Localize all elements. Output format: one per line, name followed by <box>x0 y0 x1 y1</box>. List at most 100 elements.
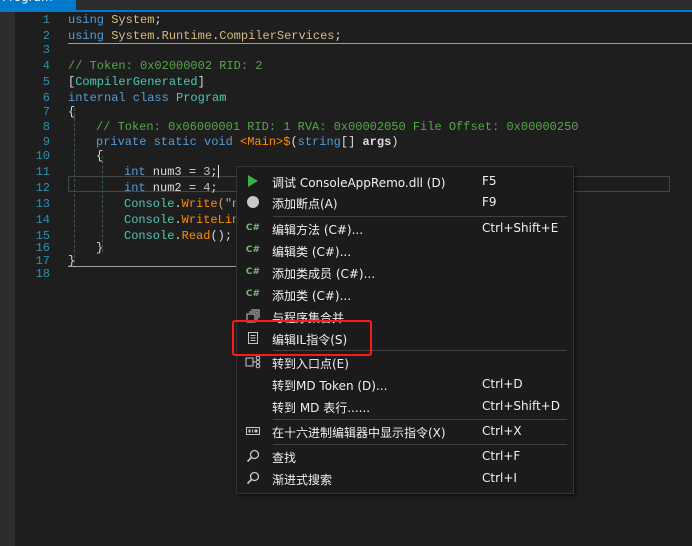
parameter: args <box>362 135 392 149</box>
tab-program[interactable]: Program ✕ <box>0 0 76 10</box>
menu-item-label: 查找 <box>272 451 297 465</box>
keyword: int <box>124 165 146 179</box>
breakpoint-icon <box>245 194 261 210</box>
menu-item-add-class-member[interactable]: C# 添加类成员 (C#)... <box>237 261 573 283</box>
method-name: Write <box>181 197 218 211</box>
brace: } <box>96 241 104 255</box>
keyword: using <box>68 29 105 43</box>
search-icon <box>245 448 261 464</box>
menu-item-shortcut: F5 <box>482 174 497 188</box>
brace: { <box>68 105 76 119</box>
menu-item-shortcut: Ctrl+I <box>482 471 517 485</box>
line-number: 1 <box>42 13 50 27</box>
keyword: using <box>68 13 105 27</box>
editor-margin <box>0 12 15 546</box>
menu-item-debug[interactable]: 调试 ConsoleAppRemo.dll (D) F5 <box>237 170 573 192</box>
menu-item-label: 添加断点(A) <box>272 197 338 211</box>
brace: { <box>96 149 104 163</box>
punct: . <box>174 197 182 211</box>
menu-item-add-breakpoint[interactable]: 添加断点(A) F9 <box>237 191 573 213</box>
indent-guide <box>102 156 103 252</box>
indent-guide <box>74 108 75 268</box>
menu-item-label: 编辑方法 (C#)... <box>272 223 364 237</box>
csharp-icon: C# <box>245 245 261 255</box>
namespace: System <box>111 13 155 27</box>
menu-item-label: 调试 ConsoleAppRemo.dll (D) <box>272 176 446 190</box>
menu-item-label: 在十六进制编辑器中显示指令(X) <box>272 426 446 440</box>
punct: (); <box>210 229 233 243</box>
method-name: <Main>$ <box>240 135 291 149</box>
line-number: 13 <box>35 197 50 211</box>
comment: // Token: 0x02000002 RID: 2 <box>68 59 263 73</box>
text-caret <box>217 165 219 179</box>
method-name: Read <box>181 229 211 243</box>
punct: ; <box>210 165 218 179</box>
keyword: int <box>124 181 146 195</box>
search-icon <box>245 470 261 486</box>
csharp-icon: C# <box>245 289 261 299</box>
method-name: WriteLin <box>181 213 240 227</box>
keyword: private static void <box>96 135 233 149</box>
punct: ; <box>334 29 342 43</box>
line-number: 14 <box>35 213 50 227</box>
punct: ] <box>197 75 205 89</box>
menu-item-label: 转到入口点(E) <box>272 357 349 371</box>
line-number: 10 <box>35 149 50 163</box>
line-number: 8 <box>42 120 50 134</box>
punct: ( <box>290 135 298 149</box>
menu-item-find[interactable]: 查找 Ctrl+F <box>237 445 573 467</box>
keyword: internal class <box>68 91 169 105</box>
line-number: 3 <box>42 43 50 57</box>
punct: . <box>174 229 182 243</box>
class-name: Console <box>124 197 175 211</box>
menu-item-show-in-hex-editor[interactable]: 在十六进制编辑器中显示指令(X) Ctrl+X <box>237 420 573 442</box>
play-icon <box>245 173 261 189</box>
namespace: Runtime <box>161 29 213 43</box>
attribute: CompilerGenerated <box>75 75 198 89</box>
line-number: 7 <box>42 105 50 119</box>
punct: . <box>174 213 182 227</box>
namespace: System <box>111 29 155 43</box>
punct: ; <box>210 181 218 195</box>
menu-item-shortcut: Ctrl+F <box>482 449 521 463</box>
menu-item-shortcut: F9 <box>482 195 497 209</box>
punct: ; <box>154 13 162 27</box>
menu-item-goto-md-token[interactable]: 转到MD Token (D)... Ctrl+D <box>237 373 573 395</box>
tab-title: Program <box>2 0 53 4</box>
variable: num2 = <box>145 181 204 195</box>
line-number: 4 <box>42 59 50 73</box>
line-number: 18 <box>35 267 50 281</box>
menu-item-shortcut: Ctrl+Shift+E <box>482 221 559 235</box>
namespace: CompilerServices <box>219 29 335 43</box>
menu-item-goto-md-table-row[interactable]: 转到 MD 表行...... Ctrl+Shift+D <box>237 395 573 417</box>
menu-item-label: 添加类 (C#)... <box>272 289 352 303</box>
tab-strip: Program ✕ <box>0 0 692 12</box>
menu-item-label: 添加类成员 (C#)... <box>272 267 376 281</box>
class-separator <box>68 266 238 267</box>
highlight-annotation-box <box>232 320 372 356</box>
menu-item-shortcut: Ctrl+D <box>482 377 523 391</box>
menu-item-edit-method[interactable]: C# 编辑方法 (C#)... Ctrl+Shift+E <box>237 217 573 239</box>
variable: num3 = <box>145 165 204 179</box>
menu-item-incremental-search[interactable]: 渐进式搜索 Ctrl+I <box>237 467 573 489</box>
entrypoint-icon <box>245 354 261 370</box>
class-name: Console <box>124 213 175 227</box>
menu-item-label: 渐进式搜索 <box>272 473 333 487</box>
punct: ) <box>391 135 399 149</box>
csharp-icon: C# <box>245 267 261 277</box>
menu-item-label: 编辑类 (C#)... <box>272 245 352 259</box>
hex-icon <box>245 423 261 439</box>
punct: [] <box>340 135 363 149</box>
menu-item-label: 转到 MD 表行...... <box>272 401 371 415</box>
menu-item-add-class[interactable]: C# 添加类 (C#)... <box>237 283 573 305</box>
line-number: 11 <box>35 165 50 179</box>
comment: // Token: 0x06000001 RID: 1 RVA: 0x00002… <box>96 120 579 134</box>
csharp-icon: C# <box>245 223 261 233</box>
line-number: 5 <box>42 75 50 89</box>
class-name: Program <box>176 91 227 105</box>
close-icon[interactable]: ✕ <box>62 0 72 4</box>
menu-item-edit-class[interactable]: C# 编辑类 (C#)... <box>237 239 573 261</box>
using-block-separator <box>68 43 692 44</box>
line-number: 12 <box>35 181 50 195</box>
menu-item-shortcut: Ctrl+Shift+D <box>482 399 560 413</box>
